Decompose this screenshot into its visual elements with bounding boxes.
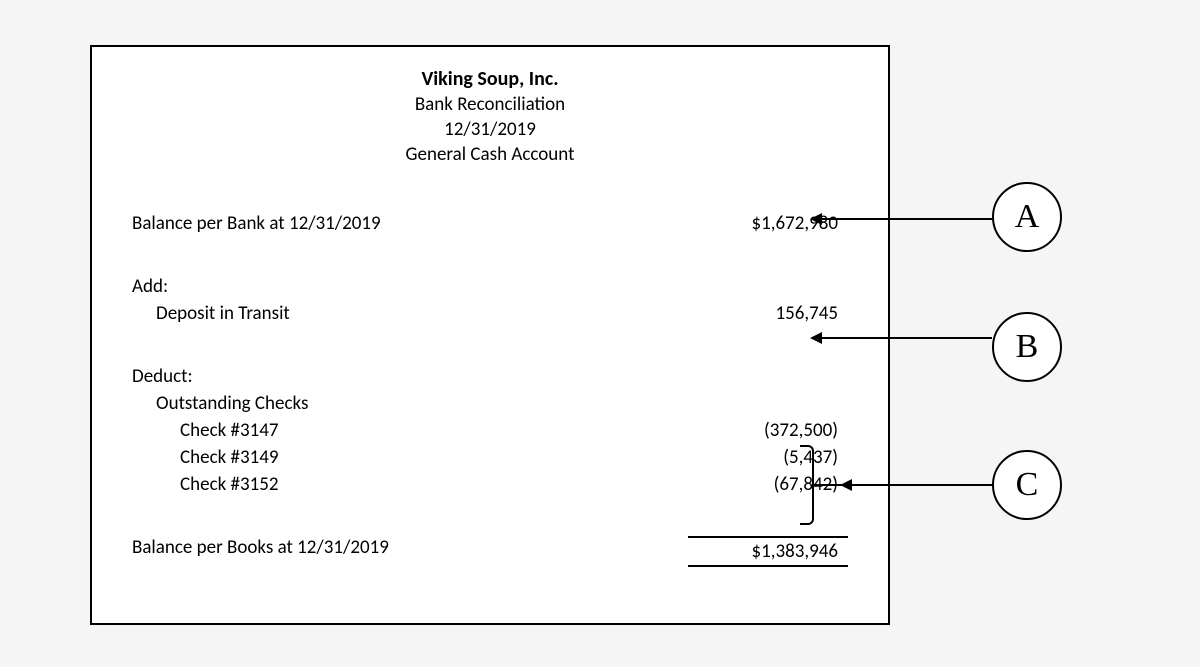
statement-type: Bank Reconciliation bbox=[212, 93, 768, 116]
balance-bank-line: Balance per Bank at 12/31/2019 $1,672,98… bbox=[132, 212, 848, 235]
callout-b: B bbox=[992, 312, 1062, 382]
callout-c: C bbox=[992, 450, 1062, 520]
document-frame: Viking Soup, Inc. Bank Reconciliation 12… bbox=[90, 45, 890, 625]
connector-line bbox=[822, 218, 992, 220]
balance-bank-label: Balance per Bank at 12/31/2019 bbox=[132, 212, 688, 235]
arrow-head-icon bbox=[810, 332, 822, 344]
company-name: Viking Soup, Inc. bbox=[212, 67, 768, 91]
connector-line bbox=[822, 337, 992, 339]
balance-books-amount: $1,383,946 bbox=[688, 536, 848, 567]
brace-icon bbox=[800, 445, 814, 525]
header-block: Viking Soup, Inc. Bank Reconciliation 12… bbox=[212, 67, 768, 166]
deposit-transit-amount: 156,745 bbox=[688, 302, 848, 325]
check-3152-line: Check #3152 (67,842) bbox=[132, 473, 848, 496]
check-3147-line: Check #3147 (372,500) bbox=[132, 419, 848, 442]
deduct-label: Deduct: bbox=[132, 365, 688, 388]
check-3149-amount: (5,437) bbox=[688, 446, 848, 469]
check-3149-label: Check #3149 bbox=[132, 446, 688, 469]
account-name: General Cash Account bbox=[212, 143, 768, 166]
outstanding-checks-line: Outstanding Checks bbox=[132, 392, 848, 415]
deduct-label-line: Deduct: bbox=[132, 365, 848, 388]
balance-bank-amount: $1,672,980 bbox=[688, 212, 848, 235]
check-3149-line: Check #3149 (5,437) bbox=[132, 446, 848, 469]
balance-books-label: Balance per Books at 12/31/2019 bbox=[132, 536, 688, 567]
callout-a: A bbox=[992, 182, 1062, 252]
deposit-transit-line: Deposit in Transit 156,745 bbox=[132, 302, 848, 325]
deposit-transit-label: Deposit in Transit bbox=[132, 302, 688, 325]
arrow-head-icon bbox=[810, 213, 822, 225]
add-label-line: Add: bbox=[132, 275, 848, 298]
add-label: Add: bbox=[132, 275, 688, 298]
check-3147-label: Check #3147 bbox=[132, 419, 688, 442]
outstanding-checks-label: Outstanding Checks bbox=[132, 392, 688, 415]
check-3147-amount: (372,500) bbox=[688, 419, 848, 442]
balance-books-line: Balance per Books at 12/31/2019 $1,383,9… bbox=[132, 536, 848, 567]
connector-line bbox=[814, 484, 992, 486]
statement-date: 12/31/2019 bbox=[212, 118, 768, 141]
check-3152-label: Check #3152 bbox=[132, 473, 688, 496]
